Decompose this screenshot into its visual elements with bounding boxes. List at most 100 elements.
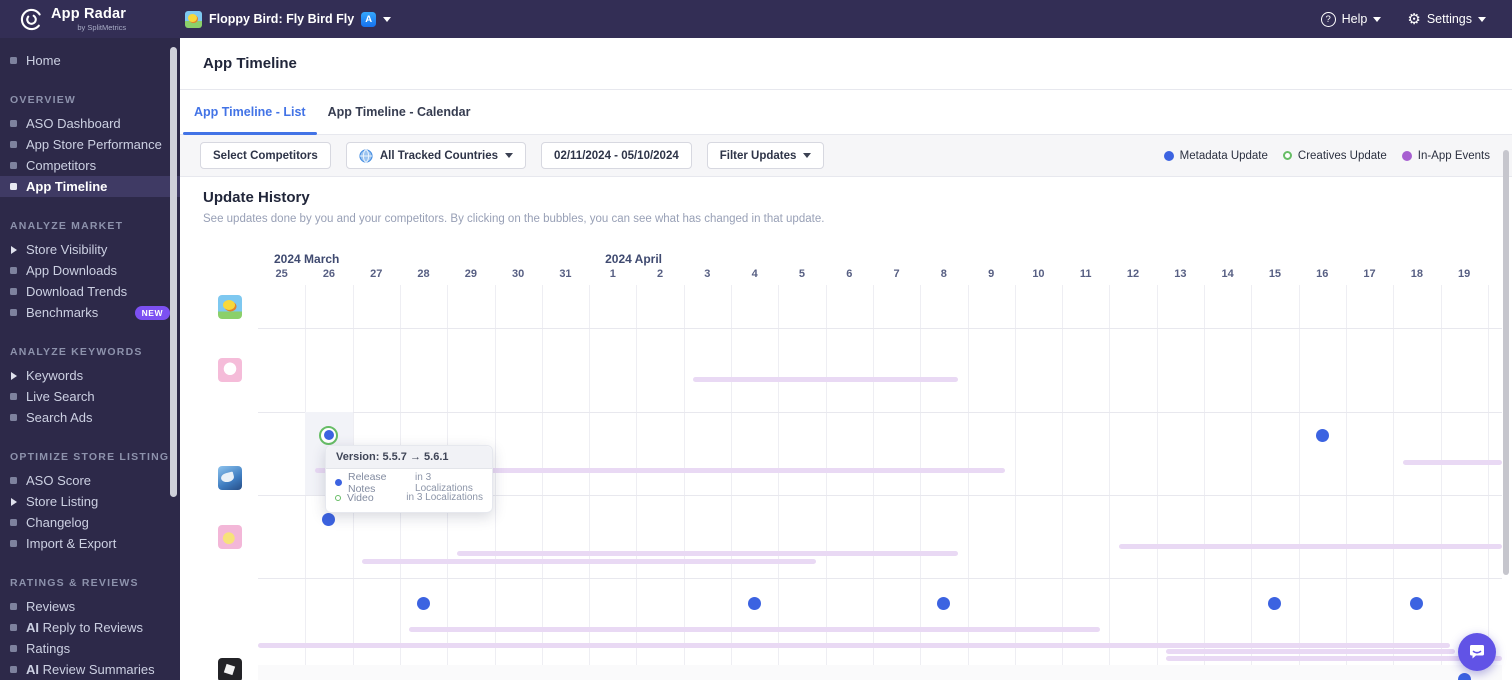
gridline (1015, 285, 1016, 680)
sidebar-item-label: AI Review Summaries (26, 662, 155, 677)
event-bar-in-app[interactable] (258, 643, 1450, 648)
section-subtitle: See updates done by you and your competi… (203, 213, 824, 225)
sidebar-item-app-downloads[interactable]: App Downloads (0, 260, 180, 281)
tab-app-timeline-calendar[interactable]: App Timeline - Calendar (317, 90, 482, 134)
help-icon: ? (1321, 12, 1336, 27)
gridline (684, 285, 685, 680)
page-title: App Timeline (203, 55, 297, 72)
sidebar-item-keywords[interactable]: Keywords (0, 365, 180, 386)
sidebar-item-live-search[interactable]: Live Search (0, 386, 180, 407)
tab-app-timeline-list[interactable]: App Timeline - List (183, 90, 317, 134)
gridline (1488, 285, 1489, 680)
creatives-ring-icon (335, 495, 341, 501)
gridline (1251, 285, 1252, 680)
gridline (968, 285, 969, 680)
day-tick-label: 5 (787, 268, 817, 280)
filter-button-all-tracked-countries[interactable]: All Tracked Countries (346, 142, 526, 169)
bullet-icon (10, 309, 17, 316)
update-bubble-metadata[interactable] (937, 597, 950, 610)
bullet-icon (10, 57, 17, 64)
update-bubble-metadata-creatives[interactable] (319, 426, 338, 445)
update-bubble-metadata[interactable] (1268, 597, 1281, 610)
update-bubble-metadata[interactable] (322, 513, 335, 526)
event-bar-in-app[interactable] (693, 377, 958, 382)
sidebar-scrollbar[interactable] (170, 47, 177, 497)
update-bubble-metadata[interactable] (1458, 673, 1471, 680)
chevron-down-icon (803, 153, 811, 158)
sidebar-item-search-ads[interactable]: Search Ads (0, 407, 180, 428)
filter-button-filter-updates[interactable]: Filter Updates (707, 142, 825, 169)
row-separator (258, 328, 1502, 329)
sidebar-item-app-timeline[interactable]: App Timeline (0, 176, 180, 197)
tooltip-row-release-notes: Release Notesin 3 Localizations (335, 475, 483, 490)
app-store-icon: A (361, 12, 376, 27)
day-tick-label: 11 (1071, 268, 1101, 280)
sidebar-item-benchmarks[interactable]: BenchmarksNEW (0, 302, 180, 323)
settings-menu[interactable]: ⚙ Settings (1407, 12, 1486, 27)
globe-icon (359, 149, 373, 163)
help-menu[interactable]: ? Help (1321, 12, 1382, 27)
section-title: Update History (203, 189, 310, 206)
event-bar-in-app[interactable] (1119, 544, 1502, 549)
sidebar-section-title: Ratings & Reviews (10, 577, 170, 589)
sidebar-item-competitors[interactable]: Competitors (0, 155, 180, 176)
day-tick-label: 7 (882, 268, 912, 280)
legend-label: In-App Events (1418, 150, 1490, 162)
page-header: App Timeline (180, 38, 1512, 90)
bullet-icon (10, 519, 17, 526)
event-bar-in-app[interactable] (457, 551, 958, 556)
expand-arrow-icon (11, 372, 17, 380)
chat-button[interactable] (1458, 633, 1496, 671)
event-bar-in-app[interactable] (1166, 656, 1502, 661)
sidebar-item-label: Home (26, 53, 61, 68)
sidebar-item-store-listing[interactable]: Store Listing (0, 491, 180, 512)
sidebar-item-ratings[interactable]: Ratings (0, 638, 180, 659)
sidebar-section-title: Analyze Keywords (10, 346, 170, 358)
bullet-icon (10, 666, 17, 673)
day-tick-label: 18 (1402, 268, 1432, 280)
gridline (1299, 285, 1300, 680)
day-tick-label: 9 (976, 268, 1006, 280)
sidebar-item-download-trends[interactable]: Download Trends (0, 281, 180, 302)
app-row-icon-floppy-bird (218, 295, 242, 319)
event-bar-in-app[interactable] (409, 627, 1100, 632)
event-bar-in-app[interactable] (1166, 649, 1455, 654)
filter-button-select-competitors[interactable]: Select Competitors (200, 142, 331, 169)
day-tick-label: 4 (740, 268, 770, 280)
bullet-icon (10, 540, 17, 547)
sidebar-item-label: Download Trends (26, 284, 127, 299)
sidebar: HomeOverviewASO DashboardApp Store Perfo… (0, 38, 180, 680)
day-tick-label: 25 (267, 268, 297, 280)
sidebar-item-ai-reply-to-reviews[interactable]: AI Reply to Reviews (0, 617, 180, 638)
sidebar-item-store-visibility[interactable]: Store Visibility (0, 239, 180, 260)
sidebar-item-changelog[interactable]: Changelog (0, 512, 180, 533)
sidebar-item-import-export[interactable]: Import & Export (0, 533, 180, 554)
day-tick-label: 19 (1449, 268, 1479, 280)
event-bar-in-app[interactable] (362, 559, 816, 564)
app-radar-logo[interactable]: App Radar by SplitMetrics (0, 7, 165, 31)
page-scrollbar[interactable] (1503, 150, 1509, 575)
sidebar-item-aso-dashboard[interactable]: ASO Dashboard (0, 113, 180, 134)
sidebar-item-home[interactable]: Home (0, 50, 180, 71)
sidebar-item-label: Live Search (26, 389, 95, 404)
bullet-icon (10, 414, 17, 421)
sidebar-item-ai-review-summaries[interactable]: AI Review Summaries (0, 659, 180, 680)
update-bubble-metadata[interactable] (748, 597, 761, 610)
app-selector-dropdown[interactable]: Floppy Bird: Fly Bird Fly A (185, 11, 391, 28)
tooltip-row-video: Videoin 3 Localizations (335, 490, 483, 505)
legend-label: Creatives Update (1298, 150, 1387, 162)
update-bubble-metadata[interactable] (417, 597, 430, 610)
filters: Select Competitors All Tracked Countries 0… (200, 142, 824, 169)
sidebar-item-app-store-performance[interactable]: App Store Performance (0, 134, 180, 155)
filter-button-02-11-2024-05-10-2024[interactable]: 02/11/2024 - 05/10/2024 (541, 142, 692, 169)
expand-arrow-icon (11, 246, 17, 254)
sidebar-item-aso-score[interactable]: ASO Score (0, 470, 180, 491)
tab-bar: App Timeline - ListApp Timeline - Calend… (180, 90, 1512, 135)
gridline (1393, 285, 1394, 680)
update-bubble-metadata[interactable] (1410, 597, 1423, 610)
sidebar-item-reviews[interactable]: Reviews (0, 596, 180, 617)
update-bubble-metadata[interactable] (1316, 429, 1329, 442)
filter-label: 02/11/2024 - 05/10/2024 (554, 150, 679, 162)
gear-icon: ⚙ (1407, 12, 1420, 27)
event-bar-in-app[interactable] (1403, 460, 1502, 465)
